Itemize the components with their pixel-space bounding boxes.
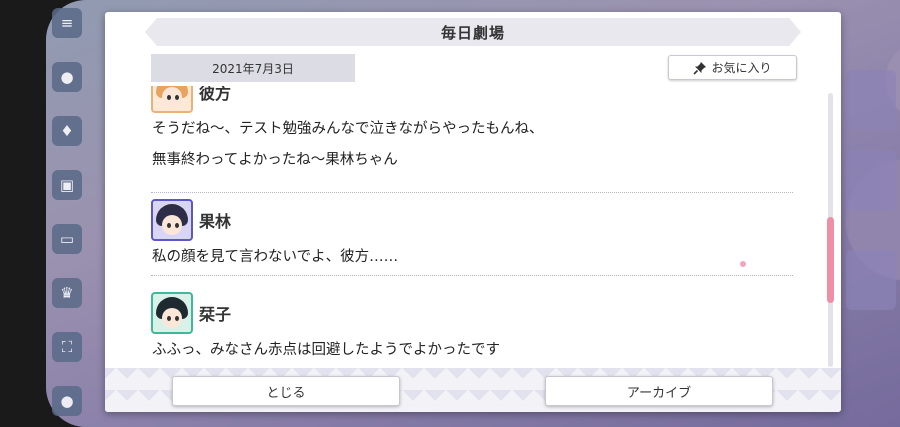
trophy-icon[interactable]: ♛ [52,278,82,308]
speaker-name: 彼方 [199,86,232,103]
decorative-dot [740,261,746,267]
message-divider [151,275,793,276]
message-divider [151,192,793,193]
message-line: そうだね〜、テスト勉強みんなで泣きながらやったもんね、 [152,121,544,137]
speaker-name: 果林 [199,212,232,231]
message-text: そうだね〜、テスト勉強みんなで泣きながらやったもんね、 無事終わってよかったね〜… [151,114,793,176]
background-tile [846,70,896,130]
background-tile [846,250,896,310]
avatar-kanata [151,86,193,113]
chat-message: 果林 私の顔を見て言わないでよ、彼方…… [151,198,793,273]
fullscreen-icon[interactable]: ⛶ [52,332,82,362]
profile-icon[interactable]: ● [52,386,82,416]
chat-message: 彼方 そうだね〜、テスト勉強みんなで泣きながらやったもんね、 無事終わってよかっ… [151,86,793,176]
gift-icon[interactable]: ▣ [52,170,82,200]
message-line: ふふっ、みなさん赤点は回避したようでよかったです [152,342,500,358]
dialog-title: 毎日劇場 [440,23,505,42]
message-header: 果林 [151,198,793,242]
chat-message: 栞子 ふふっ、みなさん赤点は回避したようでよかったです [151,291,793,366]
background-tile [846,150,896,210]
favorite-button[interactable]: お気に入り [668,55,797,80]
speaker-name: 栞子 [199,305,232,324]
daily-theater-dialog: 毎日劇場 2021年7月3日 お気に入り 彼方 そうだね〜、テスト勉強みんなで泣… [105,12,841,412]
message-line: 無事終わってよかったね〜果林ちゃん [152,152,398,168]
chat-log[interactable]: 彼方 そうだね〜、テスト勉強みんなで泣きながらやったもんね、 無事終わってよかっ… [151,86,799,368]
chat-icon[interactable]: ● [52,62,82,92]
background-right-decoration [840,0,900,427]
avatar-shioriko [151,292,193,334]
message-text: 私の顔を見て言わないでよ、彼方…… [151,242,793,273]
archive-button[interactable]: アーカイブ [545,376,773,406]
date-label: 2021年7月3日 [151,54,355,82]
message-text: ふふっ、みなさん赤点は回避したようでよかったです [151,335,793,366]
menu-icon[interactable]: ≡ [52,8,82,38]
close-button[interactable]: とじる [172,376,400,406]
screen-icon[interactable]: ▭ [52,224,82,254]
side-menu: ≡ ● ♦ ▣ ▭ ♛ ⛶ ● [52,8,88,427]
message-line: 私の顔を見て言わないでよ、彼方…… [152,249,399,265]
message-header: 彼方 [151,86,793,114]
favorite-button-label: お気に入り [711,61,772,75]
avatar-karin [151,199,193,241]
dialog-title-bar: 毎日劇場 [145,18,801,46]
pin-icon [693,61,707,75]
scrollbar-thumb[interactable] [827,217,834,303]
message-header: 栞子 [151,291,793,335]
present-icon[interactable]: ♦ [52,116,82,146]
